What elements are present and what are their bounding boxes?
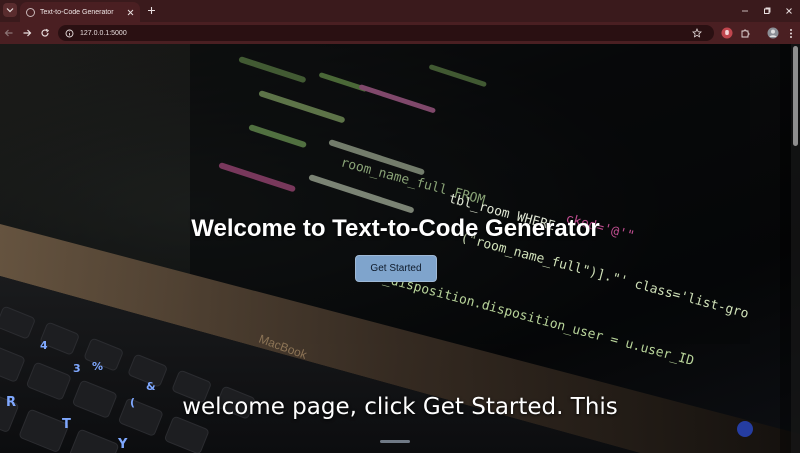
key-glyph-4: &: [146, 380, 156, 393]
page-viewport: tbl_room WHERE ("room_name_full")]."' cl…: [0, 44, 800, 453]
new-tab-button[interactable]: [144, 3, 158, 17]
key-glyph-3: %: [92, 360, 103, 373]
key-glyph-1: 4: [40, 339, 48, 352]
arrow-left-icon: [4, 29, 13, 37]
site-info-icon[interactable]: [64, 28, 74, 38]
video-caption: welcome page, click Get Started. This: [182, 394, 618, 420]
reload-icon: [41, 28, 50, 37]
globe-icon: [26, 7, 35, 17]
plus-icon: [147, 6, 155, 14]
record-icon: [721, 27, 733, 39]
minimize-icon: [742, 10, 748, 12]
tab-close-button[interactable]: [127, 9, 134, 16]
close-icon: [786, 8, 792, 14]
reload-button[interactable]: [38, 26, 52, 40]
key-glyph-2: 3: [73, 362, 81, 375]
tab-text-to-code-generator[interactable]: Text-to-Code Generator: [20, 2, 140, 22]
puzzle-icon: [741, 29, 749, 37]
browser-toolbar: 127.0.0.1:5000: [0, 22, 800, 44]
avatar-icon: [767, 27, 779, 39]
forward-button[interactable]: [20, 26, 34, 40]
tab-title: Text-to-Code Generator: [40, 8, 114, 16]
tab-search-button[interactable]: [3, 3, 17, 17]
chevron-down-icon: [6, 8, 14, 13]
close-icon: [127, 9, 134, 15]
profile-avatar[interactable]: [766, 26, 780, 40]
welcome-heading: Welcome to Text-to-Code Generator: [191, 215, 600, 242]
restore-button[interactable]: [756, 0, 778, 22]
restore-icon: [764, 7, 771, 14]
arrow-right-icon: [23, 29, 32, 37]
extensions-button[interactable]: [738, 26, 752, 40]
hero-background-image: tbl_room WHERE ("room_name_full")]."' cl…: [0, 44, 800, 453]
address-bar[interactable]: 127.0.0.1:5000: [58, 25, 714, 41]
get-started-button[interactable]: Get Started: [355, 255, 437, 282]
browser-menu-button[interactable]: [784, 26, 798, 40]
address-url: 127.0.0.1:5000: [80, 29, 127, 37]
page-scrollbar[interactable]: [791, 44, 800, 453]
back-button[interactable]: [2, 26, 16, 40]
window-controls: [734, 0, 800, 22]
scrollbar-thumb[interactable]: [793, 46, 798, 146]
minimize-button[interactable]: [734, 0, 756, 22]
key-glyph-8: Y: [117, 437, 128, 452]
close-window-button[interactable]: [778, 0, 800, 22]
bookmark-star-icon[interactable]: [692, 28, 702, 38]
browser-tabstrip: Text-to-Code Generator: [0, 0, 800, 22]
screen-record-extension-button[interactable]: [720, 26, 734, 40]
more-vertical-icon: [790, 28, 792, 38]
